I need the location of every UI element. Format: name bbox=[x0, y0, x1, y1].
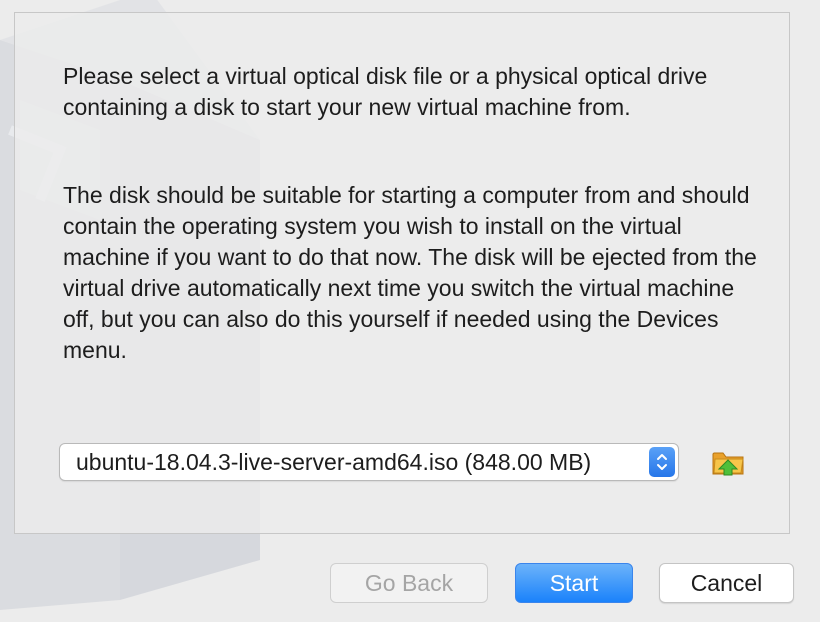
up-down-chevron-icon[interactable] bbox=[649, 447, 675, 477]
details-paragraph: The disk should be suitable for starting… bbox=[63, 182, 757, 363]
choose-disk-file-button[interactable] bbox=[711, 445, 745, 479]
cancel-button[interactable]: Cancel bbox=[659, 563, 794, 603]
folder-open-icon bbox=[712, 452, 744, 476]
optical-disk-select[interactable]: ubuntu-18.04.3-live-server-amd64.iso (84… bbox=[59, 443, 679, 481]
optical-disk-select-value: ubuntu-18.04.3-live-server-amd64.iso (84… bbox=[76, 449, 592, 475]
start-button[interactable]: Start bbox=[515, 563, 633, 603]
intro-paragraph: Please select a virtual optical disk fil… bbox=[63, 63, 708, 120]
content-panel: Please select a virtual optical disk fil… bbox=[14, 12, 790, 534]
go-back-button[interactable]: Go Back bbox=[330, 563, 488, 603]
